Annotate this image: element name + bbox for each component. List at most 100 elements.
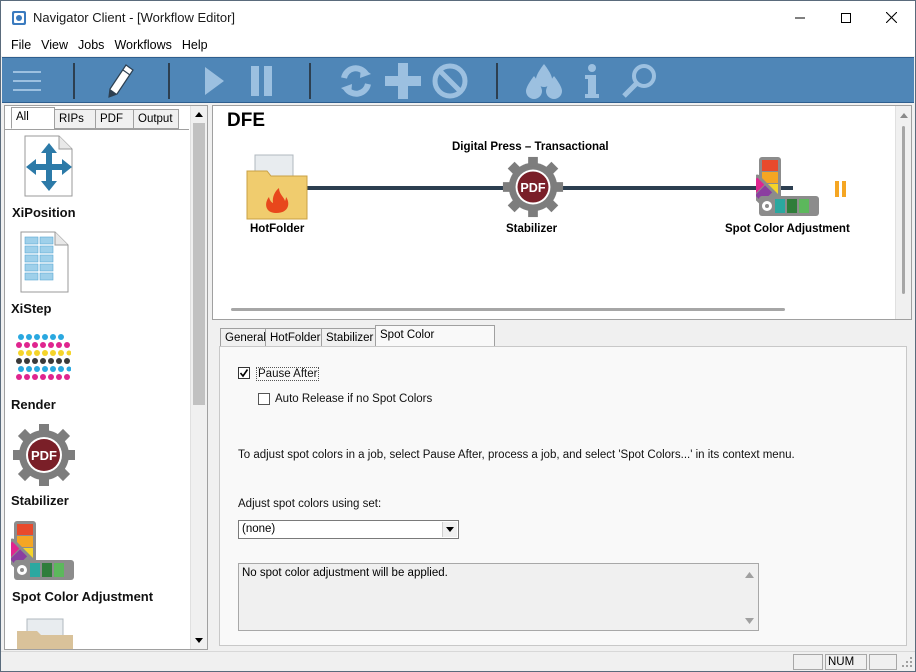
pdf-badge-text: PDF	[520, 181, 545, 195]
palette-item-spot-color-adjustment[interactable]: Spot Color Adjustment	[11, 519, 181, 609]
canvas-vscrollbar[interactable]	[895, 106, 911, 319]
add-button[interactable]	[383, 58, 423, 104]
tab-general[interactable]: General	[220, 328, 266, 348]
palette-item-label: Stabilizer	[11, 493, 69, 508]
menu-jobs[interactable]: Jobs	[73, 38, 109, 52]
menu-help[interactable]: Help	[177, 38, 213, 52]
pause-button[interactable]	[247, 58, 277, 104]
status-bar: NUM	[1, 651, 915, 671]
drops-icon	[526, 64, 562, 99]
tab-stabilizer[interactable]: Stabilizer	[321, 328, 376, 348]
pause-after-label[interactable]: Pause After	[256, 367, 320, 381]
menu-view[interactable]: View	[36, 38, 73, 52]
title-bar: Navigator Client - [Workflow Editor]	[1, 1, 915, 34]
play-icon	[205, 67, 224, 95]
close-icon	[885, 12, 897, 23]
palette-tab-all[interactable]: All	[11, 107, 55, 129]
edit-button[interactable]	[102, 58, 138, 104]
maximize-button[interactable]	[823, 1, 869, 34]
palette-item-label: Spot Color Adjustment	[12, 589, 154, 604]
no-icon	[432, 63, 468, 99]
palette-item-label: XiStep	[11, 301, 52, 316]
toolbar	[2, 57, 914, 103]
num-lock-indicator: NUM	[825, 654, 867, 670]
menu-workflows[interactable]: Workflows	[109, 38, 176, 52]
tab-hotfolder[interactable]: HotFolder	[265, 328, 322, 348]
palette-scrollbar[interactable]	[190, 106, 207, 649]
hotfolder-icon	[17, 618, 73, 649]
app-window: Navigator Client - [Workflow Editor] Fil…	[0, 0, 916, 672]
canvas-hscrollbar[interactable]	[231, 308, 785, 311]
window-title: Navigator Client - [Workflow Editor]	[33, 10, 236, 25]
spot-color-set-select[interactable]: (none)	[238, 520, 459, 539]
description-text: No spot color adjustment will be applied…	[242, 567, 448, 579]
disable-button[interactable]	[430, 58, 470, 104]
step-grid-icon	[20, 231, 69, 293]
workflow-canvas: DFE Digital Press – Transactional HotFol…	[212, 105, 912, 320]
pdf-gear-icon: PDF	[502, 156, 564, 218]
move-arrows-icon	[24, 135, 73, 197]
palette-item-label: Render	[11, 397, 56, 412]
minimize-icon	[795, 17, 805, 18]
properties-tabs: General HotFolder Stabilizer Spot Color …	[220, 325, 495, 359]
node-label-hotfolder: HotFolder	[250, 223, 305, 235]
node-spot-color-adjustment[interactable]	[744, 155, 822, 219]
toolbar-separator	[496, 63, 498, 99]
search-button[interactable]	[619, 58, 661, 104]
status-panel	[793, 654, 823, 670]
refresh-icon	[341, 65, 371, 97]
info-button[interactable]	[580, 58, 604, 104]
palette-tab-output[interactable]: Output	[133, 109, 179, 129]
canvas-scroll-thumb[interactable]	[902, 126, 905, 294]
maximize-icon	[841, 12, 851, 23]
spot-color-set-label: Adjust spot colors using set:	[238, 498, 382, 510]
scroll-down-icon[interactable]	[194, 637, 204, 645]
auto-release-checkbox[interactable]	[258, 393, 270, 405]
refresh-button[interactable]	[336, 58, 376, 104]
palette-tab-pdf[interactable]: PDF	[95, 109, 134, 129]
adjustment-description[interactable]: No spot color adjustment will be applied…	[238, 563, 759, 631]
pause-after-checkbox[interactable]	[238, 367, 250, 379]
menu-button[interactable]	[10, 58, 44, 104]
workflow-name: Digital Press – Transactional	[452, 141, 609, 153]
node-stabilizer[interactable]: PDF	[501, 155, 565, 219]
palette-scroll-thumb[interactable]	[193, 123, 205, 405]
resize-grip-icon[interactable]	[901, 656, 913, 668]
toolbar-separator	[168, 63, 170, 99]
description-scrollbar[interactable]	[741, 564, 758, 630]
scroll-up-icon[interactable]	[899, 111, 909, 119]
color-dots-icon	[16, 334, 71, 380]
properties-panel: General HotFolder Stabilizer Spot Color …	[212, 322, 912, 650]
search-icon	[622, 64, 656, 98]
palette-item-hotfolder[interactable]	[11, 615, 181, 649]
palette-item-stabilizer[interactable]: PDF Stabilizer	[11, 423, 181, 513]
canvas-title: DFE	[227, 110, 265, 131]
play-button[interactable]	[200, 58, 228, 104]
scroll-up-icon[interactable]	[745, 572, 754, 578]
node-label-stabilizer: Stabilizer	[506, 223, 558, 235]
select-arrow[interactable]	[442, 522, 457, 537]
swatch-fan-icon	[744, 157, 819, 216]
menu-file[interactable]: File	[6, 38, 36, 52]
close-button[interactable]	[868, 1, 914, 34]
scroll-up-icon[interactable]	[194, 110, 204, 118]
tab-spot-color-adjustment[interactable]: Spot Color Adjustment	[375, 325, 495, 359]
inks-button[interactable]	[522, 58, 566, 104]
spot-color-settings: Pause After Auto Release if no Spot Colo…	[219, 346, 907, 646]
palette-item-xiposition[interactable]: XiPosition	[11, 135, 181, 225]
node-hotfolder[interactable]	[245, 153, 311, 223]
minimize-button[interactable]	[777, 1, 823, 34]
auto-release-label[interactable]: Auto Release if no Spot Colors	[275, 393, 432, 405]
select-value: (none)	[242, 523, 276, 535]
info-text: To adjust spot colors in a job, select P…	[238, 449, 795, 461]
pencil-icon	[108, 64, 134, 98]
status-panel	[869, 654, 897, 670]
menu-icon	[13, 71, 41, 91]
palette-tab-rips[interactable]: RIPs	[54, 109, 96, 129]
process-palette: All RIPs PDF Output XiPosition XiStep Re…	[4, 105, 208, 650]
palette-item-xistep[interactable]: XiStep	[11, 231, 181, 321]
plus-icon	[385, 63, 421, 99]
info-icon	[585, 64, 599, 98]
scroll-down-icon[interactable]	[745, 618, 754, 624]
palette-item-render[interactable]: Render	[11, 327, 181, 417]
